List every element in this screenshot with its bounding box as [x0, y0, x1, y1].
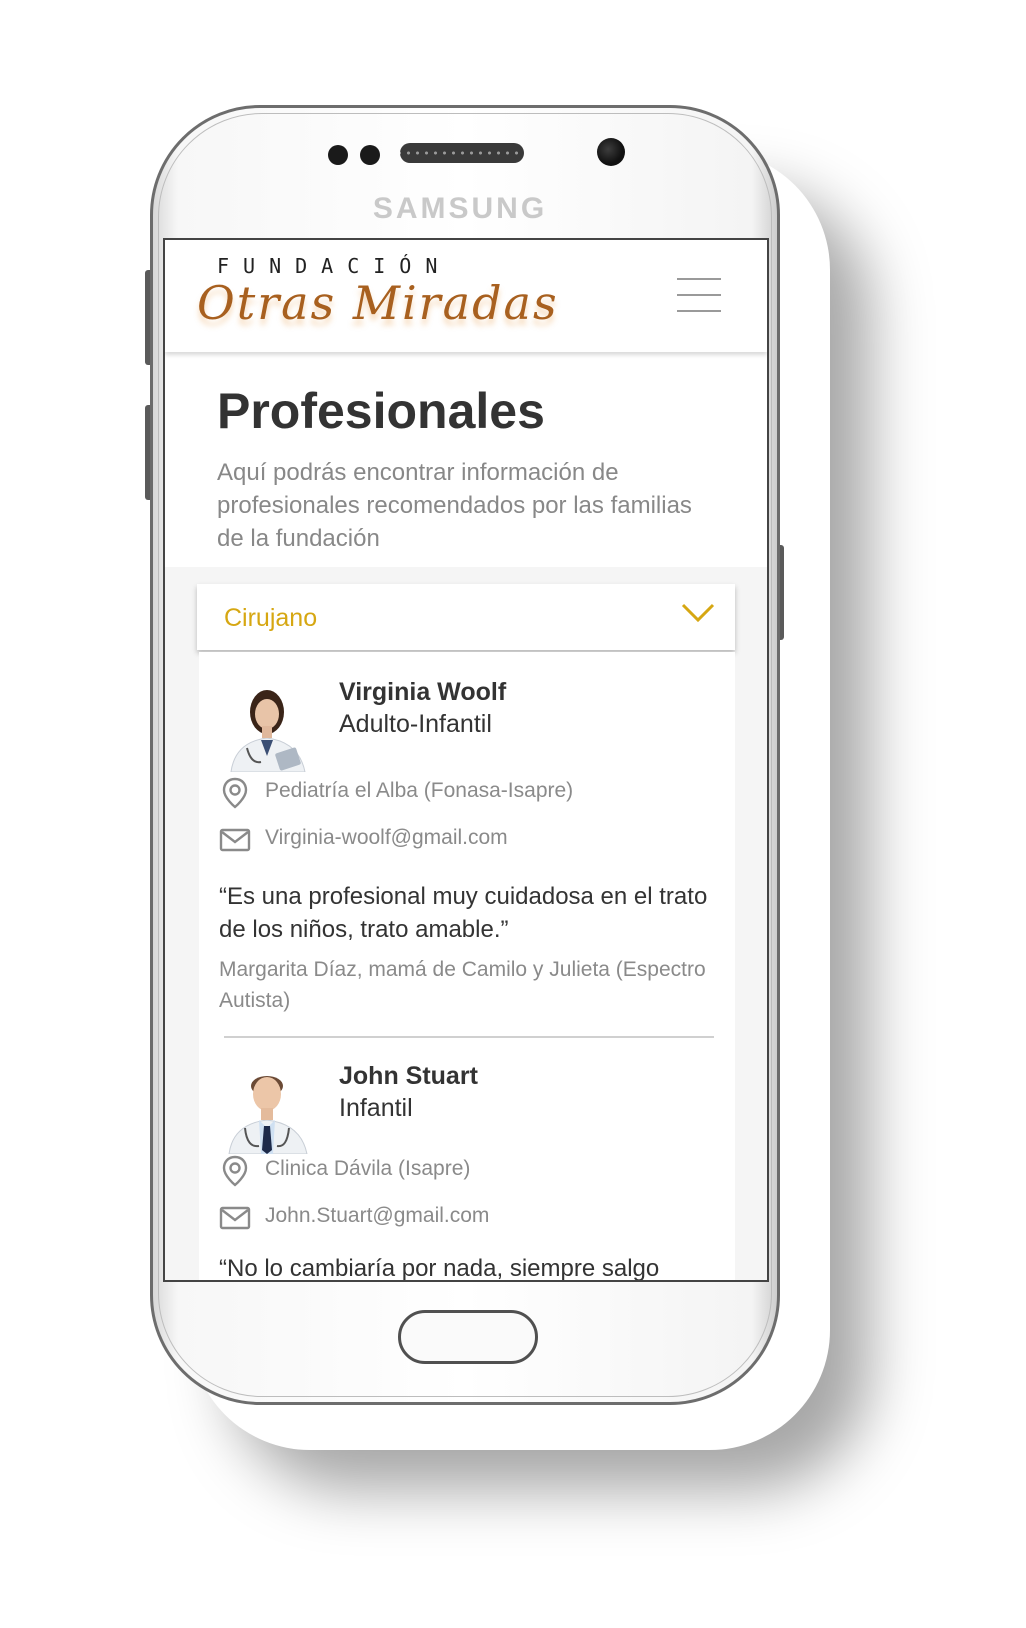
mail-icon [219, 828, 251, 852]
dropdown-selected-value: Cirujano [224, 604, 318, 632]
professional-card: Virginia Woolf Adulto-Infantil Pediatría… [199, 652, 735, 1032]
page-title: Profesionales [217, 383, 545, 439]
logo-top-text: FUNDACIÓN [217, 254, 452, 278]
email-row[interactable]: Virginia-woolf@gmail.com [219, 824, 579, 856]
email-link[interactable]: John.Stuart@gmail.com [265, 1204, 489, 1228]
testimonial-quote: “No lo cambiaría por nada, siempre salgo [219, 1255, 660, 1282]
front-camera [597, 138, 625, 166]
home-button[interactable] [398, 1310, 538, 1364]
proximity-sensor [328, 145, 348, 165]
page-intro: Profesionales Aquí podrás encontrar info… [165, 352, 767, 567]
location-pin-icon [222, 777, 248, 809]
mail-icon [219, 1206, 251, 1230]
specialty-dropdown[interactable]: Cirujano [197, 584, 735, 650]
professional-specialty: Infantil [339, 1094, 413, 1122]
hamburger-menu-icon[interactable] [677, 276, 721, 314]
light-sensor [360, 145, 380, 165]
email-link[interactable]: Virginia-woolf@gmail.com [265, 826, 508, 850]
chevron-down-icon [681, 603, 715, 623]
app-header: FUNDACIÓN Otras Miradas [165, 240, 767, 352]
location-pin-icon [222, 1155, 248, 1187]
phone-screen: FUNDACIÓN Otras Miradas Profesionales Aq… [163, 238, 769, 1282]
menu-line [677, 278, 721, 280]
location-text: Clinica Dávila (Isapre) [265, 1157, 471, 1180]
professional-name: John Stuart [339, 1062, 478, 1090]
email-row[interactable]: John.Stuart@gmail.com [219, 1202, 559, 1234]
earpiece-speaker [400, 143, 524, 163]
page-subtitle: Aquí podrás encontrar información de pro… [217, 459, 692, 552]
professional-name: Virginia Woolf [339, 678, 507, 706]
avatar [221, 680, 313, 772]
testimonial-quote: “Es una profesional muy cuidadosa en el … [219, 883, 708, 943]
location-row: Pediatría el Alba (Fonasa-Isapre) [219, 777, 639, 809]
menu-line [677, 294, 721, 296]
professionals-list: Virginia Woolf Adulto-Infantil Pediatría… [199, 652, 735, 1282]
avatar [221, 1062, 313, 1154]
professional-card: John Stuart Infantil Clinica Dávila (Isa… [199, 1038, 735, 1282]
location-row: Clinica Dávila (Isapre) [219, 1155, 579, 1187]
professional-specialty: Adulto-Infantil [339, 710, 492, 738]
location-text: Pediatría el Alba (Fonasa-Isapre) [265, 779, 574, 802]
logo-main-text: Otras Miradas [197, 276, 559, 330]
testimonial-author: Margarita Díaz, mamá de Camilo y Julieta… [219, 958, 706, 1012]
menu-line [677, 310, 721, 312]
device-brand: SAMSUNG [372, 192, 548, 225]
